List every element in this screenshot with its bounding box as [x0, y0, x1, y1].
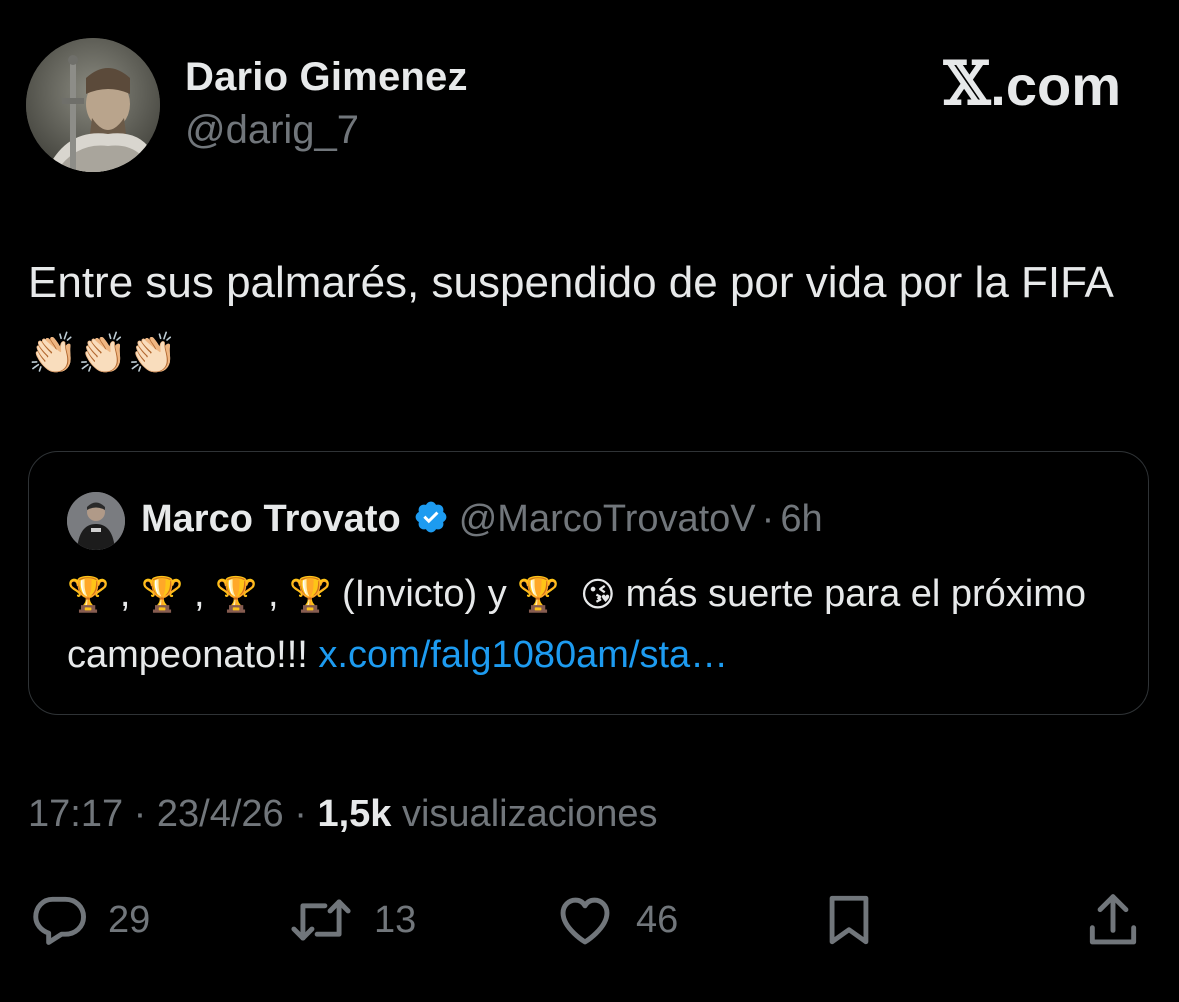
quoted-avatar-image — [67, 492, 125, 550]
quoted-tweet-card[interactable]: Marco Trovato @MarcoTrovatoV · 6h 🏆 , 🏆 … — [28, 451, 1149, 715]
action-bar: 29 13 46 — [0, 885, 1179, 955]
trophy-emoji: 🏆 — [517, 576, 560, 614]
like-icon — [552, 889, 618, 951]
bookmark-icon — [820, 889, 878, 951]
separator-dot: · — [133, 793, 147, 835]
brand-logo: 𝕏 .com — [943, 49, 1121, 120]
reply-icon — [28, 889, 90, 951]
repost-icon — [286, 889, 356, 951]
comma: , — [267, 573, 279, 615]
trophy-emoji: 🏆 — [67, 576, 110, 614]
quoted-link[interactable]: x.com/falg1080am/sta… — [318, 634, 728, 676]
quoted-header: Marco Trovato @MarcoTrovatoV · 6h — [141, 496, 823, 542]
like-button[interactable]: 46 — [552, 885, 678, 955]
comma: , — [119, 573, 131, 615]
clap-emoji: 👏🏻 — [28, 332, 78, 376]
reply-button[interactable]: 29 — [28, 885, 150, 955]
quoted-timestamp[interactable]: 6h — [780, 498, 822, 541]
like-count: 46 — [636, 898, 679, 941]
trophy-emoji: 🏆 — [215, 576, 258, 614]
author-name[interactable]: Dario Gimenez — [185, 55, 468, 100]
author-handle[interactable]: @darig_7 — [185, 108, 359, 153]
share-icon — [1082, 889, 1144, 951]
bookmark-button[interactable] — [820, 885, 878, 955]
comma: , — [193, 573, 205, 615]
quoted-author-name[interactable]: Marco Trovato — [141, 498, 401, 541]
quoted-author-handle[interactable]: @MarcoTrovatoV — [459, 498, 756, 541]
kiss-emoji: 😘 — [580, 576, 616, 614]
reply-count: 29 — [108, 898, 151, 941]
repost-count: 13 — [374, 898, 417, 941]
separator-dot: · — [761, 497, 775, 540]
quoted-author-avatar — [67, 492, 125, 550]
author-avatar[interactable] — [26, 38, 160, 172]
share-button[interactable] — [1082, 885, 1144, 955]
trophy-emoji: 🏆 — [289, 576, 332, 614]
clap-emoji: 👏🏻 — [77, 332, 128, 376]
verified-badge-icon — [413, 499, 449, 545]
quoted-text: 🏆 , 🏆 , 🏆 , 🏆 (Invicto) y 🏆 😘 más suerte … — [67, 564, 1127, 685]
avatar-image — [26, 38, 160, 172]
tweet-text: Entre sus palmarés, suspendido de por vi… — [28, 250, 1138, 387]
tweet-meta: 17:17 · 23/4/26 · 1,5k visualizaciones — [28, 793, 658, 836]
x-logo-icon: 𝕏 — [943, 49, 991, 119]
separator-dot: · — [294, 793, 307, 835]
repost-button[interactable]: 13 — [286, 885, 416, 955]
trophy-emoji: 🏆 — [141, 576, 184, 614]
tweet-time[interactable]: 17:17 — [28, 793, 123, 835]
invicto-text: (Invicto) y — [342, 573, 507, 615]
views-count: 1,5k — [317, 793, 392, 835]
tweet-body: Entre sus palmarés, suspendido de por vi… — [28, 258, 1112, 307]
clap-emoji: 👏🏻 — [127, 332, 178, 376]
views-label: visualizaciones — [401, 793, 658, 835]
brand-text: .com — [990, 53, 1121, 117]
tweet-date[interactable]: 23/4/26 — [157, 793, 284, 835]
